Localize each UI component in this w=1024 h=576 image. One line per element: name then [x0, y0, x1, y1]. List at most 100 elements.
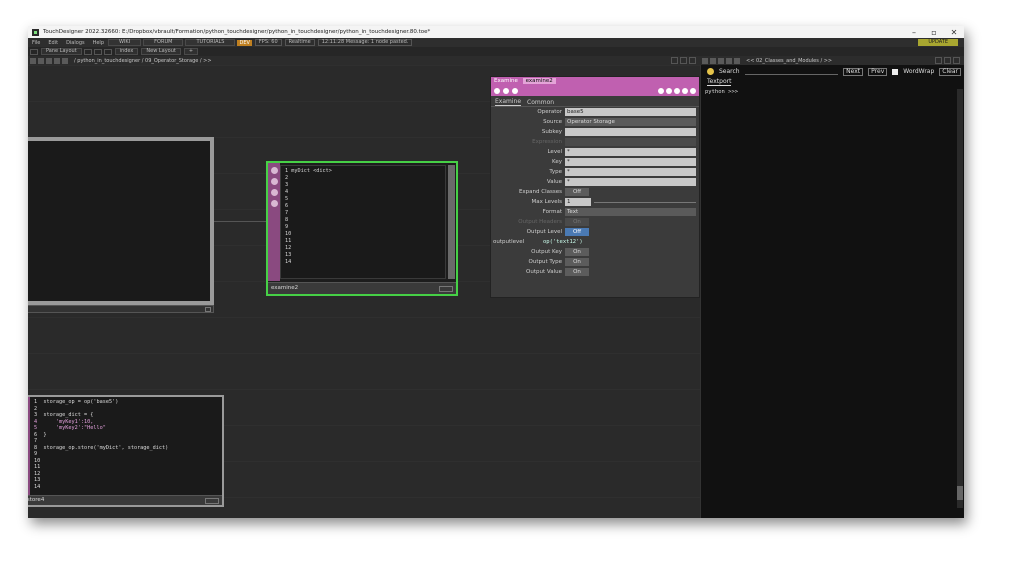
outputlevel-expression[interactable]: op('text12'): [541, 238, 699, 246]
clear-button[interactable]: Clear: [939, 67, 961, 76]
level-field[interactable]: *: [565, 148, 696, 156]
viewer-toggle-icon[interactable]: [205, 498, 219, 504]
tab-common[interactable]: Common: [527, 99, 554, 106]
network-path[interactable]: / python_in_touchdesigner / 09_Operator_…: [74, 58, 212, 64]
prev-button[interactable]: Prev: [868, 67, 888, 76]
textport-tab[interactable]: Textport: [701, 78, 964, 87]
base-node-viewer[interactable]: [28, 137, 214, 305]
bypass-icon[interactable]: [270, 167, 278, 174]
add-icon[interactable]: [682, 88, 688, 94]
key-field[interactable]: *: [565, 158, 696, 166]
operator-field[interactable]: base5: [565, 108, 696, 116]
python-help-icon[interactable]: [503, 88, 509, 94]
text-dat-node[interactable]: 1 storage_op = op('base5') 2 3 storage_dic…: [28, 395, 224, 507]
textport-console[interactable]: python >>>: [705, 89, 956, 508]
index-layout-button[interactable]: index: [114, 48, 139, 55]
realtime-toggle[interactable]: Realtime: [284, 39, 315, 46]
scrollbar-thumb[interactable]: [957, 486, 963, 500]
help-icon[interactable]: [494, 88, 500, 94]
close-pane-icon[interactable]: [953, 57, 960, 64]
touchdesigner-window: TouchDesigner 2022.32660: E:/Dropbox/vbr…: [28, 26, 964, 518]
pane-menu-icon[interactable]: [702, 57, 708, 64]
pane-menu-icon[interactable]: [30, 57, 36, 64]
menu-dialogs[interactable]: Dialogs: [62, 40, 89, 46]
menu-file[interactable]: File: [28, 40, 44, 46]
add-icon[interactable]: [54, 57, 60, 64]
textport-scrollbar[interactable]: [957, 89, 963, 508]
wiki-button[interactable]: WIKI: [108, 39, 142, 46]
textport-path[interactable]: << 02_Classes_and_Modules / >>: [746, 58, 832, 64]
code-line: 12: [285, 245, 292, 251]
max-levels-field[interactable]: 1: [565, 198, 591, 206]
value-field[interactable]: *: [565, 178, 696, 186]
code-line: 6: [285, 203, 289, 209]
forum-button[interactable]: FORUM: [143, 39, 184, 46]
node-name[interactable]: examine2: [271, 285, 298, 291]
next-button[interactable]: Next: [843, 67, 864, 76]
format-dropdown[interactable]: Text: [565, 208, 696, 216]
minimize-button[interactable]: –: [904, 28, 924, 37]
info-icon[interactable]: [512, 88, 518, 94]
update-button[interactable]: UPDATE: [918, 39, 958, 46]
close-button[interactable]: ✕: [944, 28, 964, 37]
refresh-icon[interactable]: [674, 88, 680, 94]
expression-field[interactable]: [565, 138, 696, 146]
edit-icon[interactable]: [658, 88, 664, 94]
expand-classes-toggle[interactable]: Off: [565, 188, 589, 196]
lock-icon[interactable]: [270, 200, 278, 207]
node-scrollbar[interactable]: [448, 165, 455, 279]
stop-icon[interactable]: [710, 57, 716, 64]
tab-examine[interactable]: Examine: [495, 98, 522, 106]
output-type-toggle[interactable]: On: [565, 258, 589, 266]
new-layout-button[interactable]: New Layout: [141, 48, 181, 55]
add-icon[interactable]: [726, 57, 732, 64]
menu-edit[interactable]: Edit: [44, 40, 62, 46]
maximize-button[interactable]: ▫: [924, 28, 944, 37]
node-name[interactable]: t_store4: [28, 497, 44, 503]
home-icon[interactable]: [62, 57, 68, 64]
param-row-output-key: Output Key On: [491, 247, 699, 257]
op-name-field[interactable]: examine2: [522, 78, 556, 84]
param-header: Examine examine2: [491, 77, 699, 86]
text-dat-footer[interactable]: t_store4: [28, 495, 222, 505]
maximize-pane-icon[interactable]: [944, 57, 951, 64]
menu-help[interactable]: Help: [89, 40, 108, 46]
edit-icon[interactable]: [270, 178, 278, 185]
subkey-field[interactable]: [565, 128, 696, 136]
arrow-icon[interactable]: [270, 189, 278, 196]
maximize-pane-icon[interactable]: [680, 57, 687, 64]
param-row-format: Format Text: [491, 207, 699, 217]
layout-3-icon[interactable]: [103, 48, 112, 55]
link-icon[interactable]: [666, 88, 672, 94]
pane-layout-button[interactable]: Pane Layout: [41, 48, 82, 55]
tutorials-button[interactable]: TUTORIALS: [185, 39, 236, 46]
output-headers-toggle[interactable]: On: [565, 218, 589, 226]
home-icon[interactable]: [734, 57, 740, 64]
split-icon[interactable]: [935, 57, 942, 64]
code-line: 4: [285, 189, 289, 195]
layout-2-icon[interactable]: [93, 48, 102, 55]
type-field[interactable]: *: [565, 168, 696, 176]
output-value-toggle[interactable]: On: [565, 268, 589, 276]
param-label: Level: [547, 149, 562, 155]
examine-node[interactable]: 1 myDict <dict> 2 3 4 5 6 7 8 9 10 11 12…: [266, 161, 458, 296]
max-levels-slider[interactable]: [594, 201, 696, 203]
play-icon[interactable]: [46, 57, 52, 64]
search-input[interactable]: [744, 68, 839, 75]
pane-grid-icon[interactable]: [30, 48, 38, 55]
viewer-toggle-icon[interactable]: [205, 307, 211, 312]
output-key-toggle[interactable]: On: [565, 248, 589, 256]
settings-icon[interactable]: [690, 88, 696, 94]
layout-1-icon[interactable]: [83, 48, 92, 55]
base-node-footer[interactable]: [28, 305, 214, 313]
source-dropdown[interactable]: Operator Storage: [565, 118, 696, 126]
output-level-toggle[interactable]: Off: [565, 228, 589, 236]
viewer-toggle-icon[interactable]: [439, 286, 453, 292]
split-icon[interactable]: [671, 57, 678, 64]
play-icon[interactable]: [718, 57, 724, 64]
wordwrap-checkbox[interactable]: [892, 68, 899, 75]
add-layout-button[interactable]: +: [183, 48, 199, 55]
examine-node-footer[interactable]: examine2: [268, 282, 456, 294]
stop-icon[interactable]: [38, 57, 44, 64]
close-pane-icon[interactable]: [689, 57, 696, 64]
